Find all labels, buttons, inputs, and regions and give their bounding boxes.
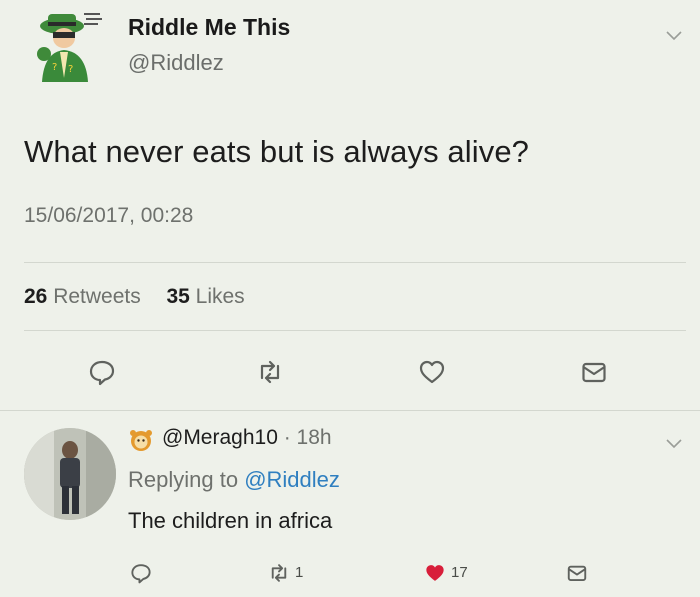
likes-label[interactable]: Likes [196,285,245,308]
like-count: 17 [451,564,468,581]
emoji-badge-icon [128,428,154,452]
direct-message-icon[interactable] [580,358,608,386]
divider [0,410,700,411]
svg-text:?: ? [52,62,57,73]
retweet-icon[interactable] [256,358,284,386]
tweet-stats: 26 Retweets 35 Likes [24,285,245,309]
retweets-count[interactable]: 26 [24,285,47,308]
retweet-icon[interactable] [268,562,290,584]
tweet-text: What never eats but is always alive? [24,134,530,169]
reply-icon[interactable] [130,562,152,584]
like-icon-filled[interactable] [424,562,446,584]
divider [24,330,686,331]
replying-prefix: Replying to [128,467,239,492]
replying-to-line: Replying to @Riddlez [128,467,340,493]
reply-avatar[interactable] [24,428,116,520]
direct-message-icon[interactable] [566,562,588,584]
chevron-down-icon[interactable] [666,28,682,41]
reply-icon[interactable] [88,358,116,386]
retweet-count: 1 [295,564,304,581]
avatar[interactable]: ? ? [28,8,108,86]
divider [24,262,686,263]
reply-time[interactable]: · 18h [284,426,332,449]
user-handle[interactable]: @Riddlez [128,50,224,76]
tweet-timestamp[interactable]: 15/06/2017, 00:28 [24,204,193,228]
likes-count[interactable]: 35 [166,285,189,308]
chevron-down-icon[interactable] [666,436,682,449]
retweets-label[interactable]: Retweets [53,285,141,308]
reply-user-handle[interactable]: @Meragh10 [162,426,278,449]
replying-to-mention[interactable]: @Riddlez [244,467,340,492]
like-icon[interactable] [418,358,446,386]
svg-text:?: ? [68,64,73,75]
reply-header: @Meragh10 · 18h [162,426,332,450]
reply-text: The children in africa [128,508,333,533]
display-name[interactable]: Riddle Me This [128,14,290,41]
